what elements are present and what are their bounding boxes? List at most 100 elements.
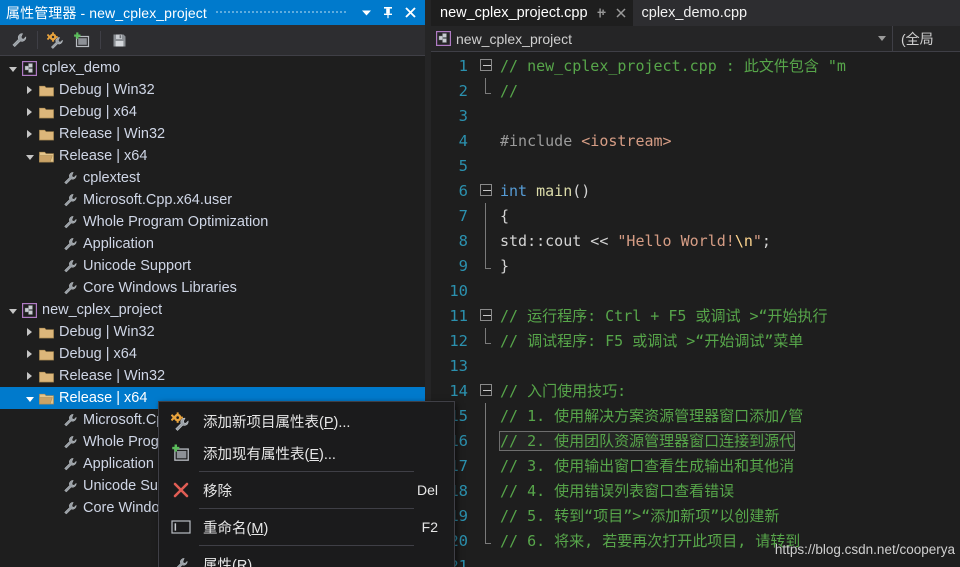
line-number: 7 [458, 206, 468, 225]
chevron-right-icon[interactable] [22, 350, 37, 358]
tree-node[interactable]: Release | Win32 [0, 365, 425, 387]
tree-node[interactable]: Release | Win32 [0, 123, 425, 145]
line-number: 4 [458, 131, 468, 150]
chevron-down-icon[interactable] [5, 307, 20, 314]
tree-node[interactable]: cplex_demo [0, 57, 425, 79]
context-menu-item[interactable]: 移除 Del [159, 474, 454, 506]
tree-node[interactable]: Microsoft.Cpp.x64.user [0, 189, 425, 211]
line-number: 13 [449, 356, 468, 375]
chevron-down-icon[interactable] [878, 36, 886, 41]
tab-cplex-demo-cpp[interactable]: cplex_demo.cpp [632, 0, 760, 26]
context-menu-item-shortcut: Del [416, 482, 438, 498]
code-line[interactable]: 19// 5. 转到“项目”>“添加新项”以创建新 [431, 503, 960, 528]
tree-node[interactable]: Debug | x64 [0, 343, 425, 365]
code-editor-area[interactable]: 1 // new_cplex_project.cpp : 此文件包含 "m 2 // 3… [431, 53, 960, 567]
chevron-right-icon[interactable] [22, 130, 37, 138]
context-menu-item[interactable]: 添加新项目属性表(P)... [159, 405, 454, 437]
code-text: // 2. 使用团队资源管理器窗口连接到源代 [498, 431, 796, 451]
chevron-right-icon[interactable] [22, 108, 37, 116]
tree-node[interactable]: new_cplex_project [0, 299, 425, 321]
folder-icon [37, 128, 56, 141]
gear-wrench-icon[interactable] [43, 28, 69, 52]
tree-node-label: Microsoft.Cpp.x64.user [83, 192, 233, 208]
code-line[interactable]: 16// 2. 使用团队资源管理器窗口连接到源代 [431, 428, 960, 453]
code-line[interactable]: 15// 1. 使用解决方案资源管理器窗口添加/管 [431, 403, 960, 428]
code-line[interactable]: 18// 4. 使用错误列表窗口查看错误 [431, 478, 960, 503]
fold-guide [475, 103, 498, 128]
context-menu[interactable]: 添加新项目属性表(P)... 添加现有属性表(E)... 移除 Del 重命名(M) F2… [158, 401, 455, 567]
fold-guide [475, 328, 498, 353]
save-icon[interactable] [106, 28, 132, 52]
chevron-down-icon[interactable] [22, 395, 37, 402]
wrench-icon[interactable] [6, 28, 32, 52]
code-line[interactable]: 7{ [431, 203, 960, 228]
context-menu-item-label: 属性(R) [203, 557, 253, 567]
tree-node[interactable]: Debug | Win32 [0, 79, 425, 101]
fold-toggle-icon[interactable] [475, 378, 498, 403]
code-line[interactable]: 8 std::cout << "Hello World!\n"; [431, 228, 960, 253]
fold-toggle-icon[interactable] [475, 178, 498, 203]
scope-selector-dropdown[interactable]: (全局 [893, 26, 960, 51]
gear-wrench-icon [159, 411, 203, 431]
context-menu-item[interactable]: 重命名(M) F2 [159, 511, 454, 543]
code-line[interactable]: 17// 3. 使用输出窗口查看生成输出和其他消 [431, 453, 960, 478]
add-sheet-icon[interactable] [69, 28, 95, 52]
wrench-icon [61, 171, 80, 186]
close-button[interactable] [399, 2, 421, 24]
add-sheet-icon [159, 444, 203, 463]
code-line[interactable]: 11 // 运行程序: Ctrl + F5 或调试 >“开始执行 [431, 303, 960, 328]
tree-node[interactable]: Debug | x64 [0, 101, 425, 123]
line-number: 12 [449, 331, 468, 350]
folder-icon [37, 84, 56, 97]
folder-open-icon [37, 392, 56, 405]
code-line[interactable]: 1 // new_cplex_project.cpp : 此文件包含 "m [431, 53, 960, 78]
line-number: 3 [458, 106, 468, 125]
code-line[interactable]: 12 // 调试程序: F5 或调试 >“开始调试”菜单 [431, 328, 960, 353]
chevron-right-icon[interactable] [22, 328, 37, 336]
close-icon[interactable] [615, 7, 627, 19]
code-text: #include <iostream> [500, 131, 672, 150]
chevron-right-icon[interactable] [22, 372, 37, 380]
tree-node-label: Core Windows Libraries [83, 280, 237, 296]
code-line[interactable]: 14 // 入门使用技巧: [431, 378, 960, 403]
dropdown-button[interactable] [355, 2, 377, 24]
tree-node[interactable]: Release | x64 [0, 145, 425, 167]
code-line[interactable]: 10 [431, 278, 960, 303]
tab-new-cplex-project-cpp[interactable]: new_cplex_project.cpp [431, 0, 633, 26]
tree-node[interactable]: Debug | Win32 [0, 321, 425, 343]
tree-node[interactable]: Unicode Support [0, 255, 425, 277]
code-line[interactable]: 5 [431, 153, 960, 178]
chevron-right-icon[interactable] [22, 86, 37, 94]
tree-node[interactable]: Core Windows Libraries [0, 277, 425, 299]
code-line[interactable]: 6 int main() [431, 178, 960, 203]
wrench-icon [61, 259, 80, 274]
code-line[interactable]: 9} [431, 253, 960, 278]
line-number: 5 [458, 156, 468, 175]
context-menu-item-label: 添加新项目属性表(P)... [203, 414, 351, 431]
context-menu-item[interactable]: 添加现有属性表(E)... [159, 437, 454, 469]
code-line[interactable]: 3 [431, 103, 960, 128]
chevron-down-icon[interactable] [5, 65, 20, 72]
titlebar-drag-dots[interactable] [214, 6, 347, 19]
code-line[interactable]: 13 [431, 353, 960, 378]
project-selector-dropdown[interactable]: new_cplex_project [431, 26, 893, 51]
code-text: // new_cplex_project.cpp : 此文件包含 "m [500, 57, 846, 75]
tree-node[interactable]: Whole Program Optimization [0, 211, 425, 233]
fold-toggle-icon[interactable] [475, 53, 498, 78]
context-menu-item[interactable]: 属性(R) [159, 548, 454, 567]
editor-panel: new_cplex_project.cpp cplex_demo.cpp new… [431, 0, 960, 567]
folder-icon [37, 348, 56, 361]
code-line[interactable]: 2 // [431, 78, 960, 103]
tree-node[interactable]: cplextest [0, 167, 425, 189]
pin-button[interactable] [377, 2, 399, 24]
remove-x-icon [159, 480, 203, 500]
fold-toggle-icon[interactable] [475, 303, 498, 328]
pin-icon[interactable] [596, 7, 607, 19]
tree-node[interactable]: Application [0, 233, 425, 255]
code-line[interactable]: 4 #include <iostream> [431, 128, 960, 153]
fold-guide [475, 528, 498, 553]
fold-guide [475, 78, 498, 103]
tree-node-label: Release | Win32 [59, 368, 166, 384]
chevron-down-icon[interactable] [22, 153, 37, 160]
fold-guide [475, 553, 498, 567]
